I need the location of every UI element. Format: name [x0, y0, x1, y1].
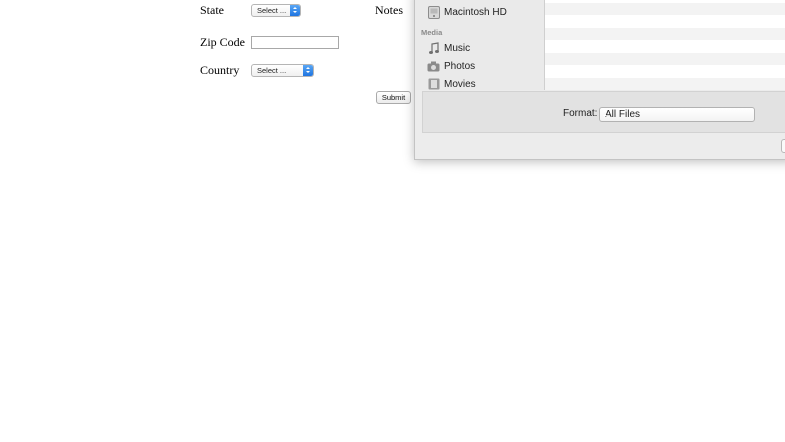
film-icon [427, 78, 440, 91]
file-dialog: Macintosh HD Media Music Photos Movies F… [414, 0, 785, 160]
music-note-icon [427, 41, 440, 55]
submit-button[interactable]: Submit [376, 91, 411, 104]
country-select-value: Select ... [257, 66, 287, 75]
sidebar-item-label: Music [444, 42, 471, 54]
sidebar-heading-media: Media [421, 28, 443, 37]
state-label: State [200, 3, 224, 17]
sidebar-item-label: Photos [444, 60, 476, 72]
chevron-updown-icon [303, 65, 313, 76]
country-label: Country [200, 63, 240, 77]
format-panel: Format: All Files [422, 91, 785, 133]
format-label: Format: [563, 108, 598, 119]
sidebar-item-macintosh-hd[interactable]: Macintosh HD [427, 4, 507, 20]
file-list[interactable] [545, 0, 785, 90]
country-select[interactable]: Select ... [251, 64, 314, 77]
file-list-row [545, 78, 785, 90]
sidebar-item-music[interactable]: Music [427, 40, 470, 56]
file-list-row [545, 53, 785, 65]
zip-code-input[interactable] [251, 36, 339, 49]
format-select[interactable]: All Files [599, 107, 755, 122]
file-list-row [545, 3, 785, 15]
chevron-updown-icon [290, 5, 300, 16]
dialog-button[interactable] [781, 139, 785, 153]
file-list-row [545, 28, 785, 40]
sidebar-item-label: Macintosh HD [444, 6, 507, 18]
state-select-value: Select ... [257, 6, 287, 15]
sidebar-item-photos[interactable]: Photos [427, 58, 475, 74]
format-select-value: All Files [605, 109, 641, 120]
sidebar-item-label: Movies [444, 78, 476, 90]
dialog-sidebar: Macintosh HD Media Music Photos Movies [415, 0, 545, 90]
sidebar-item-movies[interactable]: Movies [427, 76, 476, 90]
notes-label: Notes [375, 3, 403, 17]
state-select[interactable]: Select ... [251, 4, 301, 17]
zip-code-label: Zip Code [200, 35, 245, 49]
camera-icon [427, 60, 440, 73]
hard-drive-icon [427, 5, 440, 19]
